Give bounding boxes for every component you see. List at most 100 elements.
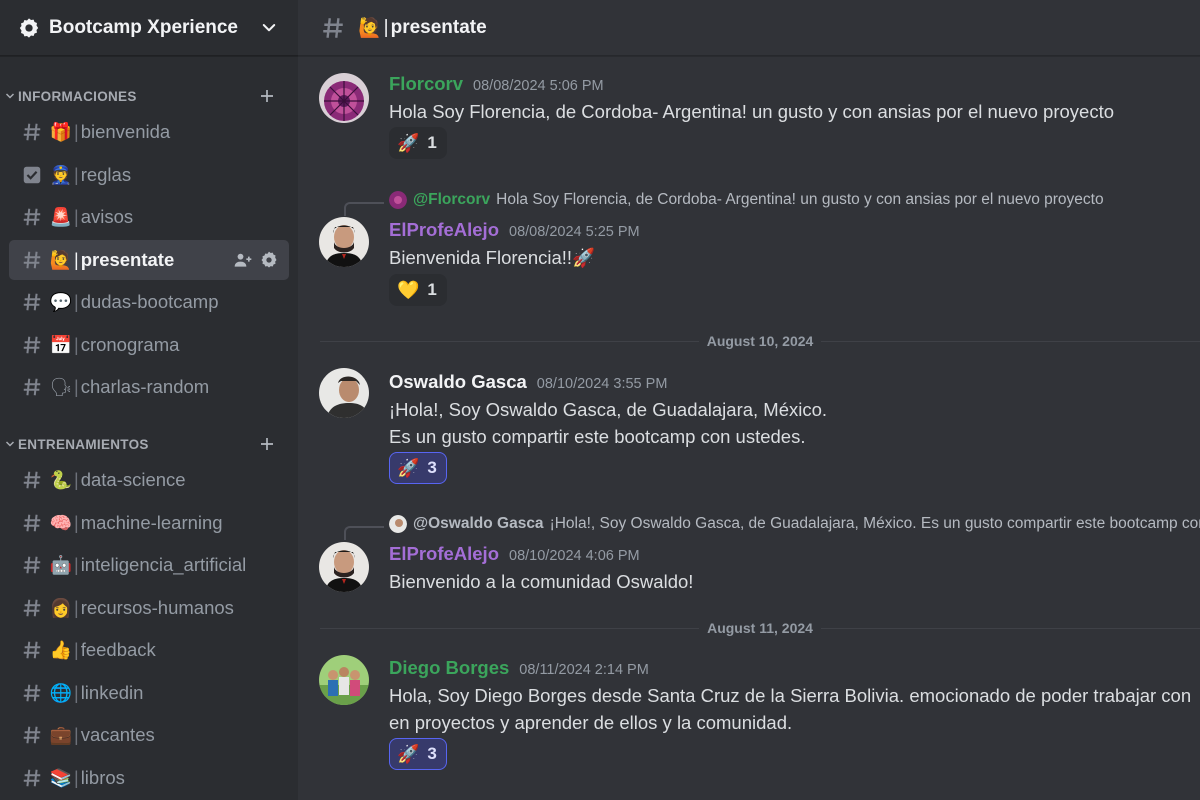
chevron-down-icon bbox=[5, 93, 15, 99]
channel-name: inteligencia_artificial bbox=[80, 554, 247, 575]
reaction-button[interactable]: 🚀 3 bbox=[389, 452, 447, 484]
channel-emoji: 👮 bbox=[49, 164, 73, 186]
message-content: Es un gusto compartir este bootcamp con … bbox=[389, 426, 806, 447]
message-author[interactable]: ElProfeAlejo bbox=[389, 219, 499, 241]
channel-libros[interactable]: 📚 | libros bbox=[9, 758, 289, 798]
message-content: en proyectos y aprender de ellos y la co… bbox=[389, 712, 793, 733]
chevron-down-icon[interactable] bbox=[260, 19, 278, 37]
channel-emoji: 🙋 bbox=[49, 249, 73, 271]
reply-text: ¡Hola!, Soy Oswaldo Gasca, de Guadalajar… bbox=[549, 515, 1200, 532]
date-divider-label: August 11, 2024 bbox=[707, 620, 813, 636]
channel-separator: | bbox=[74, 291, 79, 312]
add-channel-icon[interactable] bbox=[258, 87, 276, 105]
avatar[interactable] bbox=[319, 217, 369, 267]
channel-vacantes[interactable]: 💼 | vacantes bbox=[9, 715, 289, 755]
channel-avisos[interactable]: 🚨 | avisos bbox=[9, 197, 289, 237]
channel-name: recursos-humanos bbox=[80, 597, 234, 618]
reply-spine bbox=[344, 526, 384, 540]
message-author[interactable]: Oswaldo Gasca bbox=[389, 371, 527, 393]
reaction-count: 1 bbox=[427, 133, 437, 152]
category-entrenamientos[interactable]: ENTRENAMIENTOS bbox=[0, 433, 298, 455]
hash-icon bbox=[23, 684, 41, 702]
channel-dudas-bootcamp[interactable]: 💬 | dudas-bootcamp bbox=[9, 282, 289, 322]
category-label: INFORMACIONES bbox=[18, 88, 137, 104]
hash-icon bbox=[23, 641, 41, 659]
channel-emoji: 💬 bbox=[49, 291, 73, 313]
channel-title: presentate bbox=[390, 16, 487, 38]
channel-separator: | bbox=[74, 469, 79, 490]
invite-member-icon[interactable] bbox=[233, 250, 253, 270]
channel-separator: | bbox=[74, 682, 79, 703]
avatar[interactable] bbox=[319, 73, 369, 123]
hash-icon bbox=[23, 769, 41, 787]
reaction-button[interactable]: 🚀 3 bbox=[389, 738, 447, 770]
hash-icon bbox=[23, 378, 41, 396]
channel-name: dudas-bootcamp bbox=[80, 291, 219, 312]
channel-separator: | bbox=[74, 121, 79, 142]
hash-icon bbox=[323, 17, 343, 38]
message-author[interactable]: Florcorv bbox=[389, 73, 463, 95]
message-content: Hola, Soy Diego Borges desde Santa Cruz … bbox=[389, 685, 1192, 706]
channel-separator: | bbox=[74, 597, 79, 618]
channel-machine-learning[interactable]: 🧠 | machine-learning bbox=[9, 503, 289, 543]
channel-emoji: 📚 bbox=[49, 767, 73, 789]
message-author[interactable]: ElProfeAlejo bbox=[389, 543, 499, 565]
reply-preview[interactable]: @Oswaldo Gasca ¡Hola!, Soy Oswaldo Gasca… bbox=[389, 515, 1200, 533]
channel-name: libros bbox=[80, 767, 125, 788]
channel-separator: | bbox=[74, 334, 79, 355]
channel-cronograma[interactable]: 📅 | cronograma bbox=[9, 325, 289, 365]
avatar[interactable] bbox=[319, 655, 369, 705]
message-timestamp: 08/10/2024 3:55 PM bbox=[536, 376, 668, 392]
chevron-down-icon bbox=[5, 441, 15, 447]
reply-author: @Oswaldo Gasca bbox=[413, 515, 544, 532]
reaction-count: 3 bbox=[427, 744, 437, 763]
channel-presentate[interactable]: 🙋 | presentate bbox=[9, 240, 289, 280]
channel-name: linkedin bbox=[80, 682, 144, 703]
server-settings-icon bbox=[18, 17, 40, 39]
yellow-heart-icon: 💛 bbox=[397, 279, 420, 301]
avatar[interactable] bbox=[319, 542, 369, 592]
channel-data-science[interactable]: 🐍 | data-science bbox=[9, 460, 289, 500]
rocket-icon: 🚀 bbox=[397, 132, 420, 154]
reply-preview[interactable]: @Florcorv Hola Soy Florencia, de Cordoba… bbox=[389, 191, 1104, 209]
hash-icon bbox=[23, 336, 41, 354]
add-channel-icon[interactable] bbox=[258, 435, 276, 453]
channel-feedback[interactable]: 👍 | feedback bbox=[9, 630, 289, 670]
message-author[interactable]: Diego Borges bbox=[389, 657, 509, 679]
rocket-icon: 🚀 bbox=[397, 743, 420, 765]
category-informaciones[interactable]: INFORMACIONES bbox=[0, 85, 298, 107]
channel-separator: | bbox=[74, 767, 79, 788]
channel-recursos-humanos[interactable]: 👩 | recursos-humanos bbox=[9, 588, 289, 628]
channel-emoji: 🙋 bbox=[358, 17, 382, 39]
channel-name: cronograma bbox=[80, 334, 180, 355]
channel-charlas-random[interactable]: 🗣 | charlas-random bbox=[9, 367, 289, 407]
channel-emoji: 🧠 bbox=[49, 512, 73, 534]
channel-linkedin[interactable]: 🌐 | linkedin bbox=[9, 673, 289, 713]
hash-icon bbox=[23, 123, 41, 141]
channel-bienvenida[interactable]: 🎁 | bienvenida bbox=[9, 112, 289, 152]
reaction-button[interactable]: 💛 1 bbox=[389, 274, 447, 306]
channel-header: 🙋 | presentate bbox=[298, 0, 1200, 56]
channel-emoji: 📅 bbox=[49, 334, 73, 356]
channel-inteligencia-artificial[interactable]: 🤖 | inteligencia_artificial bbox=[9, 545, 289, 585]
channel-emoji: 🐍 bbox=[49, 469, 73, 491]
channel-separator: | bbox=[74, 376, 79, 397]
channel-reglas[interactable]: 👮 | reglas bbox=[9, 155, 289, 195]
reply-author: @Florcorv bbox=[413, 191, 491, 208]
channel-name: charlas-random bbox=[80, 376, 210, 397]
channel-separator: | bbox=[74, 724, 79, 745]
reaction-button[interactable]: 🚀 1 bbox=[389, 127, 447, 159]
channel-name: machine-learning bbox=[80, 512, 223, 533]
reply-avatar bbox=[389, 515, 407, 533]
channel-separator: | bbox=[74, 206, 79, 227]
channel-name: presentate bbox=[80, 249, 175, 270]
hash-icon bbox=[23, 726, 41, 744]
avatar[interactable] bbox=[319, 368, 369, 418]
reaction-count: 1 bbox=[427, 280, 437, 299]
date-divider-label: August 10, 2024 bbox=[706, 333, 814, 349]
channel-separator: | bbox=[74, 249, 79, 270]
gear-icon[interactable] bbox=[259, 250, 279, 270]
message-timestamp: 08/08/2024 5:06 PM bbox=[473, 78, 604, 94]
hash-icon bbox=[23, 293, 41, 311]
server-header[interactable]: Bootcamp Xperience bbox=[0, 0, 298, 56]
